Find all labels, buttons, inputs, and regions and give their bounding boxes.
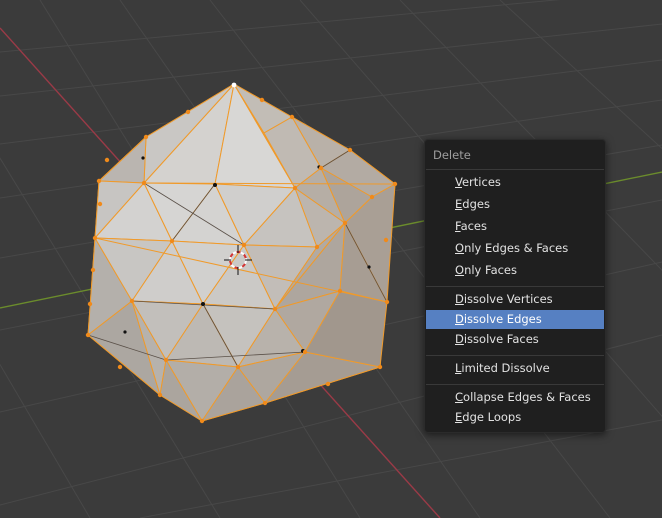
menu-item-label: ertices [461,175,501,189]
menu-item-label: ollapse Edges & Faces [463,390,591,404]
menu-item-label: aces [460,219,487,233]
menu-item-label: issolve Edges [463,312,542,326]
delete-menu: Delete Vertices Edges Faces Only Edges & Fa… [424,139,606,433]
active-vertex[interactable] [231,82,237,88]
menu-item-mnemonic: D [455,312,464,326]
menu-item-mnemonic: O [455,241,465,255]
menu-item-edge-loops[interactable]: Edge Loops [426,408,604,427]
menu-item-collapse-edges-and-faces[interactable]: Collapse Edges & Faces [426,388,604,407]
menu-item-dissolve-vertices[interactable]: Dissolve Vertices [426,290,604,309]
menu-item-dissolve-edges[interactable]: Dissolve Edges [426,310,604,329]
menu-item-label: dges [462,197,490,211]
menu-item-vertices[interactable]: Vertices [426,173,604,192]
menu-item-mnemonic: C [455,390,464,404]
menu-item-mnemonic: V [455,175,462,189]
menu-item-label: imited Dissolve [461,361,550,375]
menu-item-edges[interactable]: Edges [426,195,604,214]
menu-item-dissolve-faces[interactable]: Dissolve Faces [426,330,604,349]
menu-item-faces[interactable]: Faces [426,217,604,236]
menu-item-mnemonic: O [455,263,465,277]
menu-item-only-faces[interactable]: Only Faces [426,261,604,280]
menu-item-mnemonic: D [455,292,464,306]
menu-item-label: nly Edges & Faces [464,241,569,255]
menu-item-label: dge Loops [462,410,522,424]
menu-item-mnemonic: D [455,332,464,346]
menu-item-label: issolve Faces [463,332,539,346]
menu-separator [426,384,604,385]
menu-item-limited-dissolve[interactable]: Limited Dissolve [426,359,604,378]
menu-separator [426,286,604,287]
menu-separator [426,169,604,170]
menu-separator [426,355,604,356]
menu-item-only-edges-and-faces[interactable]: Only Edges & Faces [426,239,604,258]
menu-item-label: issolve Vertices [463,292,553,306]
menu-title: Delete [433,148,471,162]
menu-item-label: nly Faces [464,263,518,277]
